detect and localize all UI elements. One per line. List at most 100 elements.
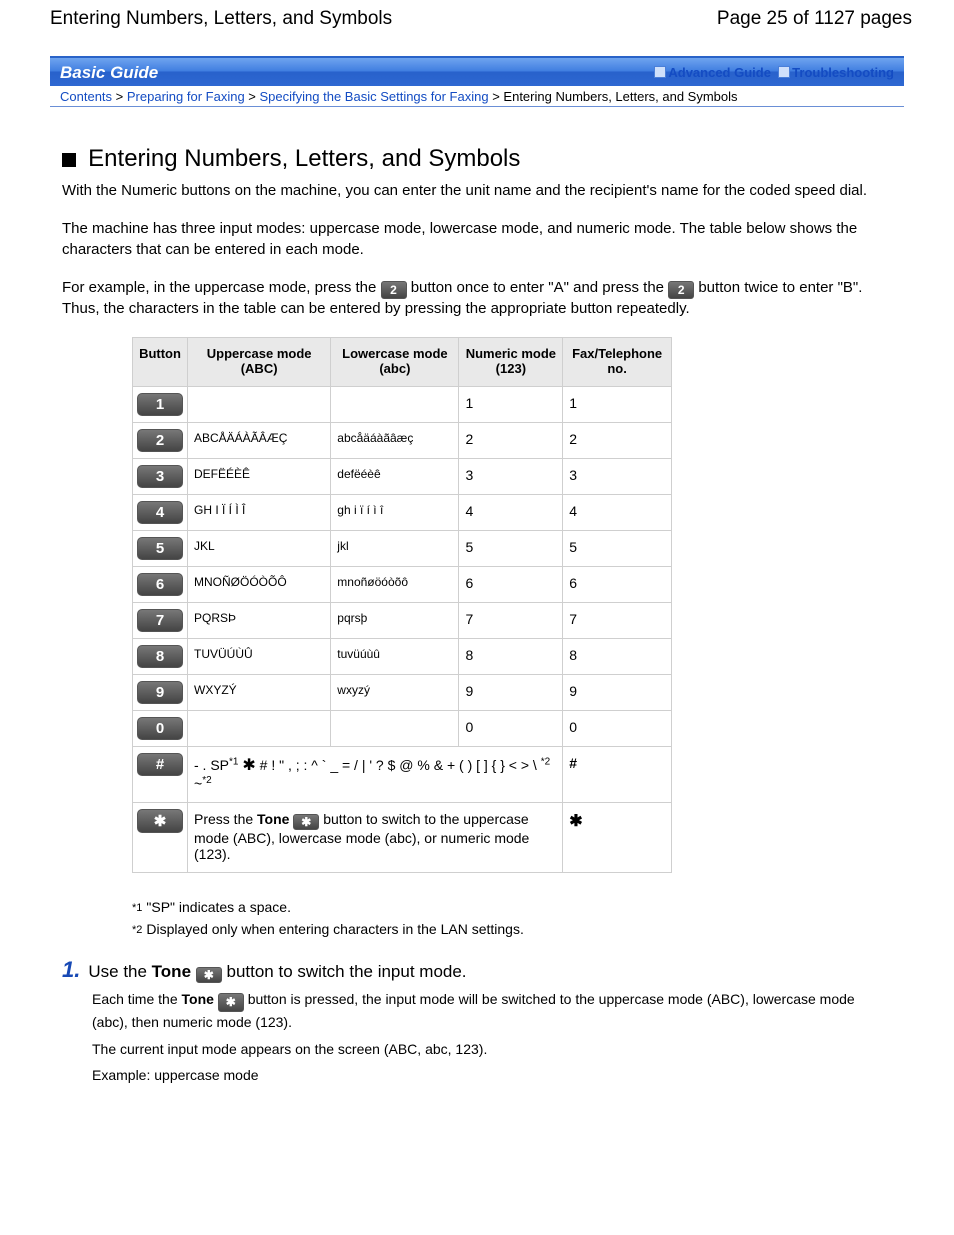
intro-p1: With the Numeric buttons on the machine,… xyxy=(62,181,892,201)
fax-char: 3 xyxy=(563,459,672,495)
upper-chars: JKL xyxy=(188,531,331,567)
page-indicator: Page 25 of 1127 pages xyxy=(717,8,912,30)
crumb-settings[interactable]: Specifying the Basic Settings for Faxing xyxy=(260,89,489,104)
hash-fax: # xyxy=(563,747,672,803)
lower-chars: mnoñøöóòõô xyxy=(331,567,459,603)
fax-char: 0 xyxy=(563,711,672,747)
key-5-icon: 5 xyxy=(137,537,183,560)
step1-sub-a: Each time the Tone ✱ button is pressed, … xyxy=(92,989,892,1033)
star-desc: Press the Tone ✱ button to switch to the… xyxy=(188,802,563,872)
upper-chars: PQRSÞ xyxy=(188,603,331,639)
fax-char: 9 xyxy=(563,675,672,711)
th-lower: Lowercase mode (abc) xyxy=(331,338,459,387)
upper-chars xyxy=(188,711,331,747)
key-2-icon: 2 xyxy=(668,281,694,299)
square-icon xyxy=(654,66,666,78)
banner-title: Basic Guide xyxy=(60,63,158,82)
upper-chars: MNOÑØÖÓÒÕÔ xyxy=(188,567,331,603)
square-icon xyxy=(778,66,790,78)
num-char: 4 xyxy=(459,495,563,531)
hash-chars: - . SP*1 ✱ # ! " , ; : ^ ` _ = / | ' ? $… xyxy=(188,747,563,803)
th-button: Button xyxy=(133,338,188,387)
table-row: 5JKLjkl55 xyxy=(133,531,672,567)
num-char: 9 xyxy=(459,675,563,711)
key-star-icon: ✱ xyxy=(196,967,222,983)
table-row-hash: # - . SP*1 ✱ # ! " , ; : ^ ` _ = / | ' ?… xyxy=(133,747,672,803)
table-row: 7PQRSÞpqrsþ77 xyxy=(133,603,672,639)
input-mode-table: Button Uppercase mode (ABC) Lowercase mo… xyxy=(132,337,672,873)
upper-chars: WXYZÝ xyxy=(188,675,331,711)
lower-chars: jkl xyxy=(331,531,459,567)
table-row-star: ✱ Press the Tone ✱ button to switch to t… xyxy=(133,802,672,872)
num-char: 8 xyxy=(459,639,563,675)
key-0-icon: 0 xyxy=(137,717,183,740)
step1-sub-c: Example: uppercase mode xyxy=(92,1065,892,1085)
intro-p2: The machine has three input modes: upper… xyxy=(62,219,892,260)
upper-chars: DEFËÉÈÊ xyxy=(188,459,331,495)
crumb-contents[interactable]: Contents xyxy=(60,89,112,104)
table-row: 4GH I Ï Í Ì Îgh i ï í ì î44 xyxy=(133,495,672,531)
lower-chars: pqrsþ xyxy=(331,603,459,639)
num-char: 0 xyxy=(459,711,563,747)
page-title: Entering Numbers, Letters, and Symbols xyxy=(50,8,392,30)
key-3-icon: 3 xyxy=(137,465,183,488)
square-bullet-icon xyxy=(62,153,76,167)
fax-char: 5 xyxy=(563,531,672,567)
table-row: 8TUVÜÚÙÛtuvüúùû88 xyxy=(133,639,672,675)
upper-chars: TUVÜÚÙÛ xyxy=(188,639,331,675)
step-number: 1. xyxy=(62,957,80,983)
num-char: 2 xyxy=(459,423,563,459)
key-hash-icon: # xyxy=(137,753,183,776)
table-row: 000 xyxy=(133,711,672,747)
fax-char: 1 xyxy=(563,387,672,423)
fax-char: 7 xyxy=(563,603,672,639)
key-2-icon: 2 xyxy=(137,429,183,452)
th-fax: Fax/Telephone no. xyxy=(563,338,672,387)
num-char: 5 xyxy=(459,531,563,567)
fax-char: 4 xyxy=(563,495,672,531)
lower-chars xyxy=(331,711,459,747)
num-char: 3 xyxy=(459,459,563,495)
table-row: 2ABCÅÄÁÀÃÂÆÇabcåäáàãâæç22 xyxy=(133,423,672,459)
footnotes: *1"SP" indicates a space. *2Displayed on… xyxy=(132,899,892,937)
upper-chars xyxy=(188,387,331,423)
num-char: 6 xyxy=(459,567,563,603)
crumb-preparing[interactable]: Preparing for Faxing xyxy=(127,89,245,104)
table-row: 111 xyxy=(133,387,672,423)
upper-chars: ABCÅÄÁÀÃÂÆÇ xyxy=(188,423,331,459)
num-char: 7 xyxy=(459,603,563,639)
table-row: 3DEFËÉÈÊdefëéèê33 xyxy=(133,459,672,495)
banner: Basic Guide Advanced Guide Troubleshooti… xyxy=(50,56,904,86)
key-star-icon: ✱ xyxy=(218,993,244,1012)
lower-chars: abcåäáàãâæç xyxy=(331,423,459,459)
advanced-guide-link[interactable]: Advanced Guide xyxy=(668,65,771,80)
fax-char: 6 xyxy=(563,567,672,603)
table-row: 9WXYZÝwxyzý99 xyxy=(133,675,672,711)
step-1: 1. Use the Tone ✱ button to switch the i… xyxy=(62,957,892,983)
crumb-current: Entering Numbers, Letters, and Symbols xyxy=(503,89,737,104)
key-star-icon: ✱ xyxy=(293,814,319,830)
lower-chars xyxy=(331,387,459,423)
lower-chars: wxyzý xyxy=(331,675,459,711)
upper-chars: GH I Ï Í Ì Î xyxy=(188,495,331,531)
key-6-icon: 6 xyxy=(137,573,183,596)
step1-sub-b: The current input mode appears on the sc… xyxy=(92,1039,892,1059)
key-1-icon: 1 xyxy=(137,393,183,416)
table-row: 6MNOÑØÖÓÒÕÔmnoñøöóòõô66 xyxy=(133,567,672,603)
lower-chars: defëéèê xyxy=(331,459,459,495)
key-2-icon: 2 xyxy=(381,281,407,299)
key-7-icon: 7 xyxy=(137,609,183,632)
th-upper: Uppercase mode (ABC) xyxy=(188,338,331,387)
key-star-icon: ✱ xyxy=(137,809,183,833)
key-8-icon: 8 xyxy=(137,645,183,668)
breadcrumb: Contents > Preparing for Faxing > Specif… xyxy=(50,86,904,107)
lower-chars: tuvüúùû xyxy=(331,639,459,675)
intro-p3: For example, in the uppercase mode, pres… xyxy=(62,278,892,319)
troubleshooting-link[interactable]: Troubleshooting xyxy=(792,65,894,80)
num-char: 1 xyxy=(459,387,563,423)
article-heading: Entering Numbers, Letters, and Symbols xyxy=(88,145,520,172)
key-9-icon: 9 xyxy=(137,681,183,704)
star-fax: ✱ xyxy=(563,802,672,872)
fax-char: 8 xyxy=(563,639,672,675)
th-num: Numeric mode (123) xyxy=(459,338,563,387)
